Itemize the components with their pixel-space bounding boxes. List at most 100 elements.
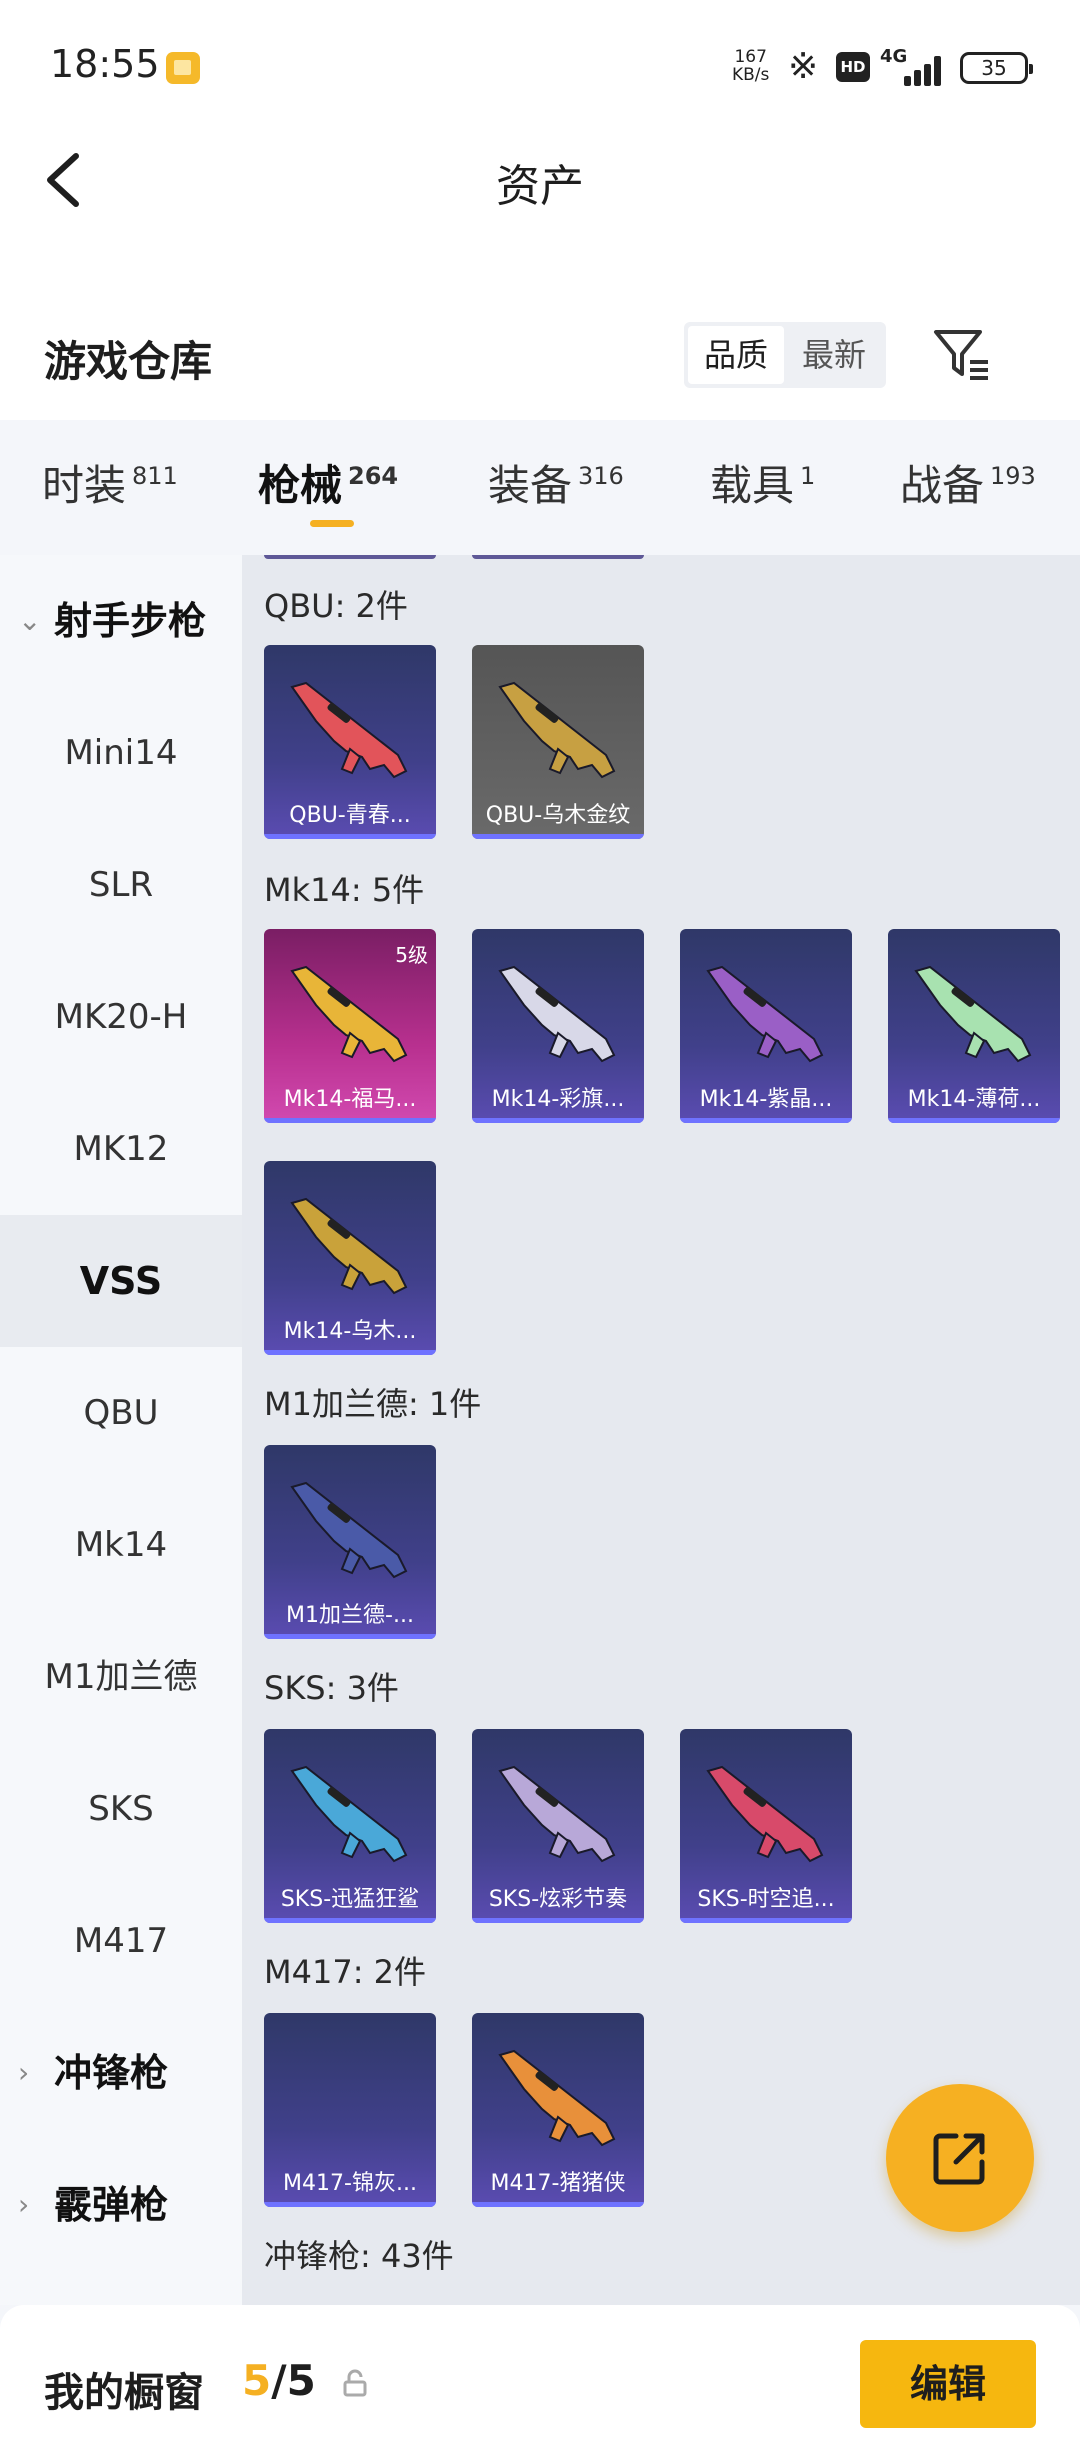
rifle-icon <box>914 965 1032 1063</box>
rifle-icon <box>290 965 408 1063</box>
rarity-stripe <box>472 2202 644 2207</box>
rarity-stripe <box>264 1918 436 1923</box>
share-export-icon <box>933 2133 985 2185</box>
sort-latest-button[interactable]: 最新 <box>786 326 882 384</box>
weapon-card[interactable]: Mk14-乌木... <box>264 1161 436 1355</box>
weapon-card[interactable]: SKS-迅猛狂鲨 <box>264 1729 436 1923</box>
rifle-icon <box>290 681 408 779</box>
weapon-card[interactable]: M417-猪猪侠 <box>472 2013 644 2207</box>
showcase-current: 5 <box>242 2356 272 2405</box>
tab-count: 1 <box>800 462 816 490</box>
rarity-stripe <box>680 1118 852 1123</box>
page-title: 资产 <box>496 161 584 212</box>
sidebar-item-qbu[interactable]: QBU <box>0 1347 242 1479</box>
weapon-card[interactable]: SKS-炫彩节奏 <box>472 1729 644 1923</box>
edit-button[interactable]: 编辑 <box>860 2340 1036 2428</box>
weapon-card-name: SKS-时空追... <box>697 1887 835 1912</box>
weapon-card[interactable]: M417-锦灰... <box>264 2013 436 2207</box>
sidebar-item-vss[interactable]: VSS <box>0 1215 242 1347</box>
showcase-label: 我的橱窗 <box>44 2370 204 2416</box>
weapon-card[interactable]: 5级 Mk14-福马... <box>264 929 436 1123</box>
sidebar-group-shotgun[interactable]: › 霰弹枪 <box>0 2139 242 2271</box>
status-bar: 18:55 167 KB/s ※ HD 4G 35 <box>0 0 1080 140</box>
weapon-card[interactable]: Mk14-薄荷... <box>888 929 1060 1123</box>
sidebar-item-mk20h[interactable]: MK20-H <box>0 951 242 1083</box>
tab-equipment[interactable]: 装备 316 <box>488 452 624 513</box>
sidebar-item-slr[interactable]: SLR <box>0 819 242 951</box>
weapon-card-name: QBU-乌木金纹 <box>485 803 631 828</box>
weapon-card-name: Mk14-乌木... <box>283 1319 417 1344</box>
sidebar-item-mk12[interactable]: MK12 <box>0 1083 242 1215</box>
sidebar-item-mini14[interactable]: Mini14 <box>0 687 242 819</box>
weapon-card-name: M417-猪猪侠 <box>490 2171 626 2196</box>
weapon-card-name: Mk14-紫晶... <box>699 1087 833 1112</box>
filter-icon[interactable] <box>930 322 994 386</box>
group-label-qbu: QBU: 2件 <box>264 587 408 625</box>
rifle-icon <box>498 681 616 779</box>
rifle-icon <box>498 1765 616 1863</box>
sort-toggle: 品质 最新 <box>684 322 886 388</box>
tab-count: 264 <box>348 462 399 490</box>
chevron-down-icon: ⌄ <box>18 604 42 637</box>
hd-icon: HD <box>836 52 870 82</box>
showcase-count: 5/5 <box>242 2356 316 2405</box>
rifle-icon <box>290 1765 408 1863</box>
battery-level: 35 <box>981 56 1007 80</box>
rarity-stripe <box>264 1118 436 1123</box>
status-time: 18:55 <box>50 42 160 86</box>
weapon-card[interactable]: QBU-乌木金纹 <box>472 645 644 839</box>
sidebar-group-label: 霰弹枪 <box>54 2183 169 2227</box>
previous-card-edge <box>472 555 644 559</box>
net-speed-unit: KB/s <box>732 65 770 85</box>
group-label-smg: 冲锋枪: 43件 <box>264 2237 454 2275</box>
sidebar-item-mk14[interactable]: Mk14 <box>0 1479 242 1611</box>
group-label-m417: M417: 2件 <box>264 1953 427 1991</box>
weapon-card[interactable]: Mk14-彩旗... <box>472 929 644 1123</box>
sidebar-group-smg[interactable]: › 冲锋枪 <box>0 2007 242 2139</box>
share-button[interactable] <box>886 2084 1034 2232</box>
tab-label: 时装 <box>42 461 127 510</box>
sidebar-item-sks[interactable]: SKS <box>0 1743 242 1875</box>
previous-card-edge <box>264 555 436 559</box>
tab-count: 811 <box>132 462 178 490</box>
sidebar-item-m1garand[interactable]: M1加兰德 <box>0 1611 242 1743</box>
bluetooth-icon: ※ <box>788 46 819 87</box>
weapon-card[interactable]: SKS-时空追... <box>680 1729 852 1923</box>
tab-vehicles[interactable]: 载具 1 <box>710 452 815 513</box>
weapon-card-name: Mk14-彩旗... <box>491 1087 625 1112</box>
tab-count: 316 <box>578 462 624 490</box>
sidebar-group-marksman[interactable]: ⌄ 射手步枪 <box>0 555 242 687</box>
level-badge: 5级 <box>395 943 428 967</box>
weapon-card-name: Mk14-福马... <box>283 1087 417 1112</box>
rarity-stripe <box>264 834 436 839</box>
rifle-icon <box>706 965 824 1063</box>
rifle-icon <box>706 1765 824 1863</box>
group-label-m1garand: M1加兰德: 1件 <box>264 1385 482 1423</box>
rarity-stripe <box>472 1918 644 1923</box>
rarity-stripe <box>472 834 644 839</box>
weapon-card-name: M1加兰德-... <box>286 1603 414 1628</box>
sidebar-group-label: 冲锋枪 <box>54 2051 169 2095</box>
tab-fashion[interactable]: 时装 811 <box>42 452 178 513</box>
weapon-grid: QBU: 2件 QBU-青春... QBU-乌木金纹 Mk14: 5件 5级 Mk… <box>242 555 1080 2305</box>
tab-count: 193 <box>990 462 1036 490</box>
rarity-stripe <box>264 2202 436 2207</box>
sidebar-item-m417[interactable]: M417 <box>0 1875 242 2007</box>
weapon-card[interactable]: QBU-青春... <box>264 645 436 839</box>
rifle-icon <box>498 965 616 1063</box>
rarity-stripe <box>680 1918 852 1923</box>
battery-icon: 35 <box>960 52 1033 84</box>
weapon-card-name: SKS-迅猛狂鲨 <box>280 1887 420 1912</box>
tab-supplies[interactable]: 战备 193 <box>900 452 1036 513</box>
rifle-icon <box>498 2049 616 2147</box>
sort-quality-button[interactable]: 品质 <box>688 326 784 384</box>
tab-firearms[interactable]: 枪械 264 <box>258 452 398 513</box>
weapon-card[interactable]: M1加兰德-... <box>264 1445 436 1639</box>
weapon-card[interactable]: Mk14-紫晶... <box>680 929 852 1123</box>
tab-label: 枪械 <box>258 461 343 510</box>
rarity-stripe <box>264 1634 436 1639</box>
weapon-card-name: SKS-炫彩节奏 <box>488 1887 628 1912</box>
weapon-card-name: QBU-青春... <box>289 803 411 828</box>
tab-label: 战备 <box>900 461 985 510</box>
warehouse-title: 游戏仓库 <box>44 337 213 386</box>
